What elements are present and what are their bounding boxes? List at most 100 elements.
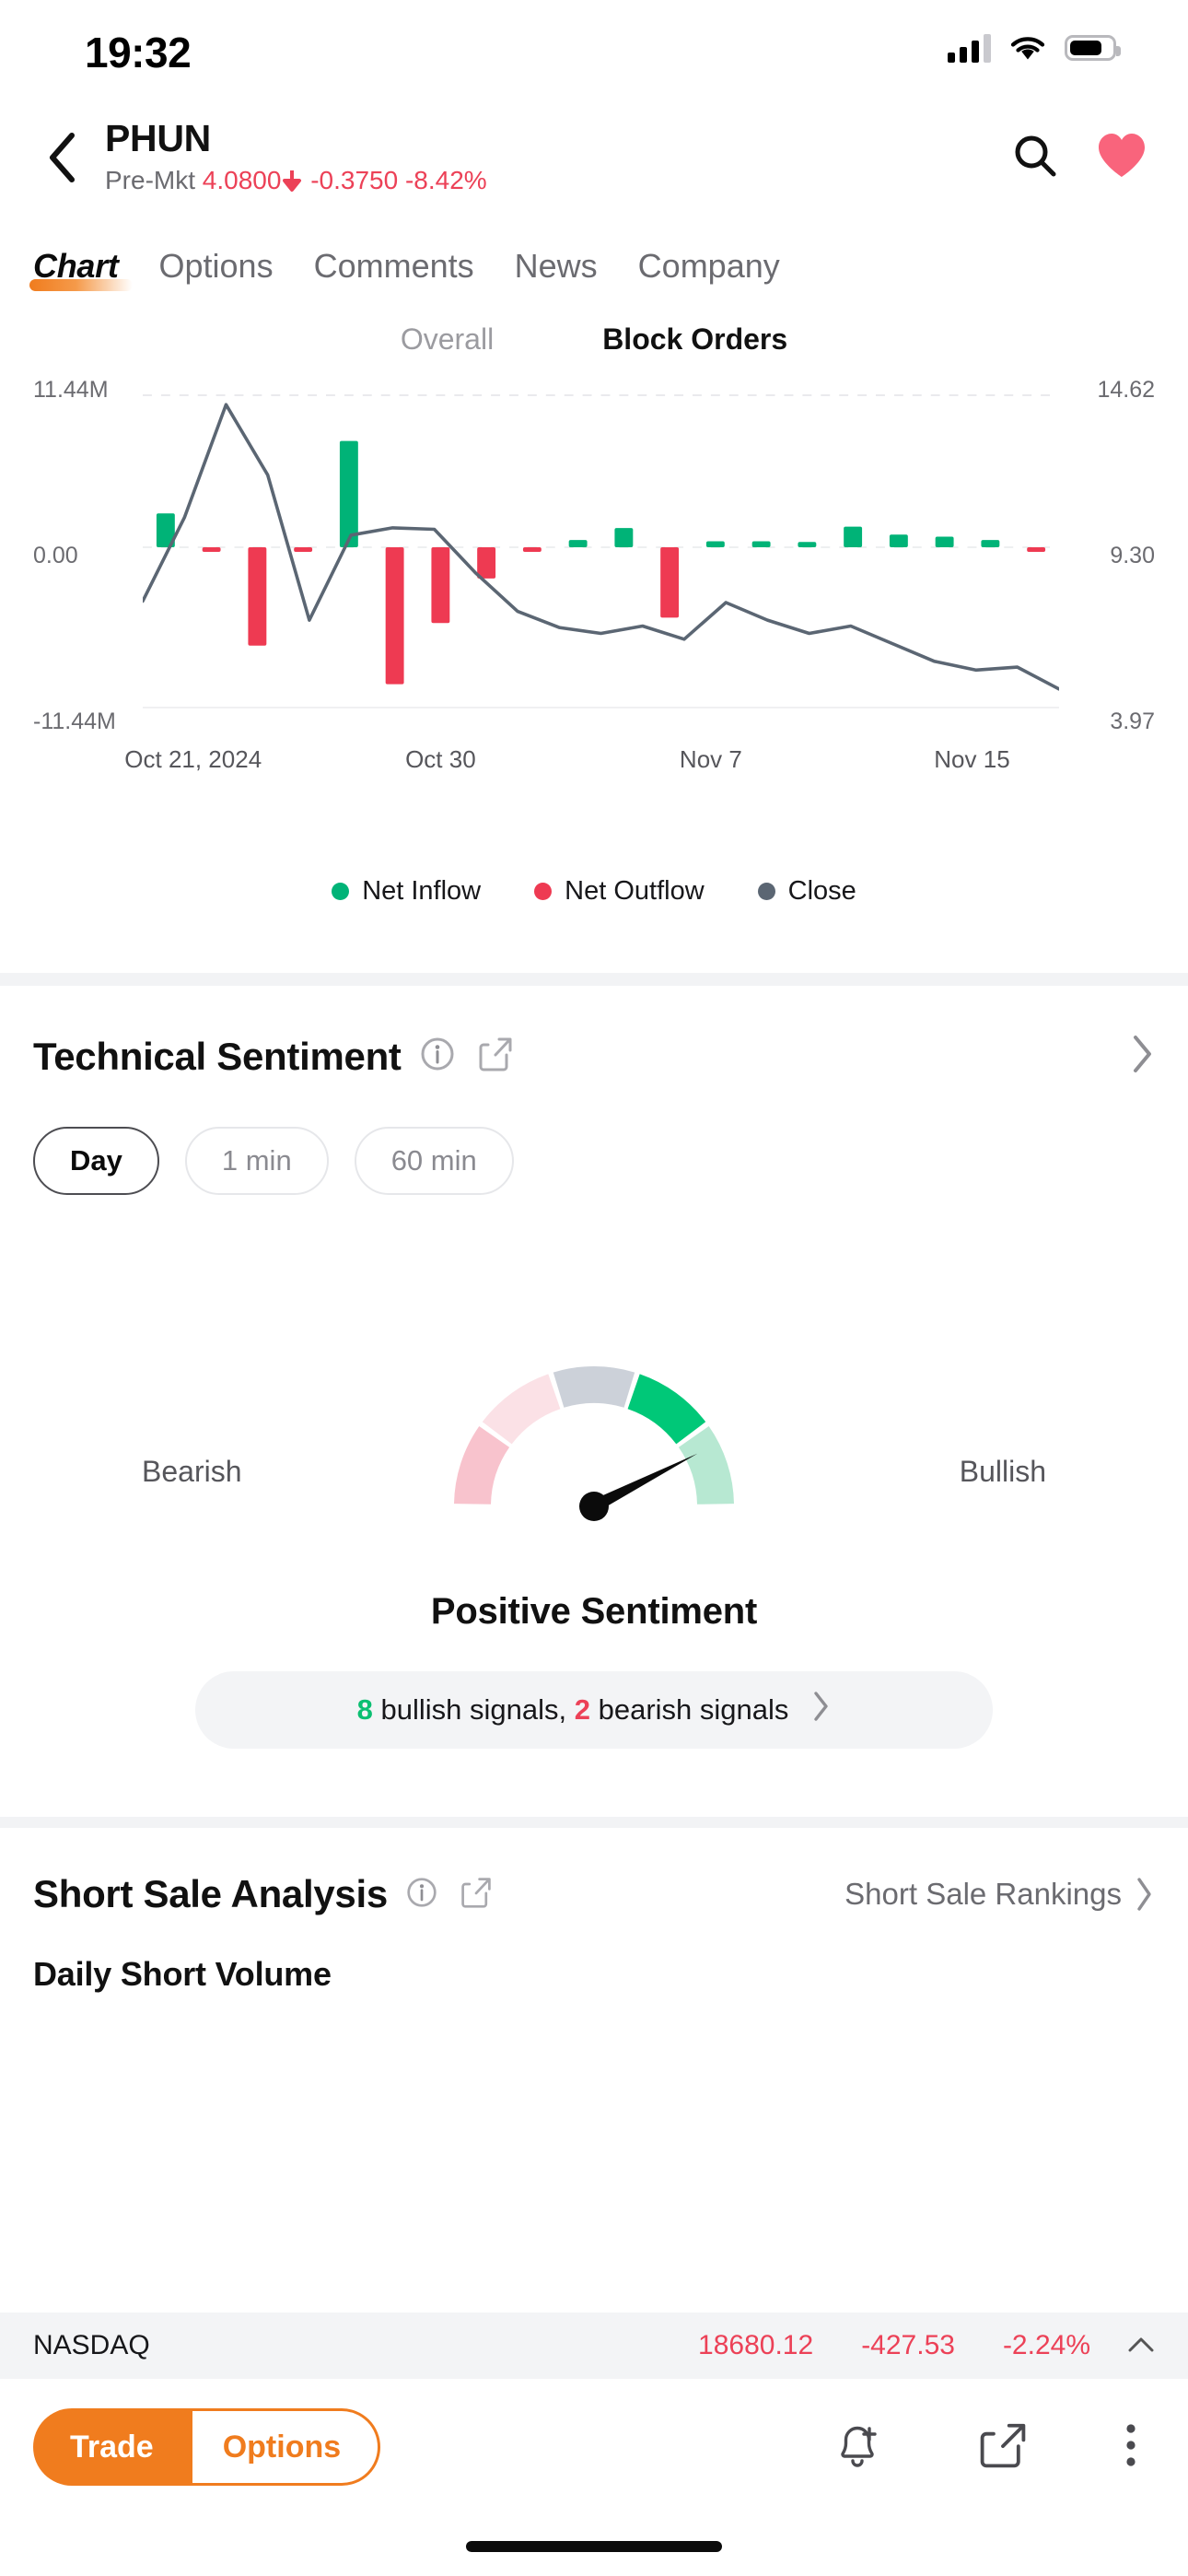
search-button[interactable]	[1011, 132, 1059, 184]
trade-button[interactable]: Trade	[33, 2408, 192, 2486]
bullish-label: bullish signals,	[380, 1693, 567, 1726]
period-60min[interactable]: 60 min	[354, 1127, 514, 1195]
legend-dot-net-inflow	[332, 883, 350, 900]
more-vertical-icon	[1126, 2423, 1136, 2466]
signals-chevron	[812, 1691, 831, 1729]
sentiment-result: Positive Sentiment	[430, 1591, 758, 1632]
period-day[interactable]: Day	[33, 1127, 159, 1195]
share-icon	[461, 1877, 491, 1908]
bearish-label: bearish signals	[598, 1693, 789, 1726]
x-tick-3: Nov 15	[934, 745, 1010, 773]
y2-axis-label-bottom: 3.97	[1110, 708, 1155, 734]
index-change: -427.53	[861, 2330, 955, 2360]
sentiment-gauge: Bearish Bullish	[33, 1259, 1155, 1563]
technical-sentiment-expand[interactable]	[1131, 1034, 1155, 1079]
app-screen: 19:32 PHUN Pre-Mkt 4.0800 -0.3750 -8.42%	[0, 0, 1188, 2576]
alert-button[interactable]	[833, 2419, 882, 2476]
chevron-right-icon	[1137, 1878, 1151, 1911]
gauge-label-bearish: Bearish	[142, 1455, 242, 1488]
y-axis-label-top: 11.44M	[33, 377, 109, 403]
toolbar-icons	[833, 2419, 1155, 2476]
ticker-change: -0.3750	[310, 165, 399, 194]
battery-icon	[1065, 35, 1121, 61]
index-collapse-button[interactable]	[1127, 2330, 1155, 2361]
section-divider-1	[0, 973, 1188, 986]
x-tick-2: Nov 7	[679, 745, 742, 773]
legend-label-net-inflow: Net Inflow	[362, 876, 482, 906]
signals-summary[interactable]: 8 bullish signals, 2 bearish signals	[195, 1671, 993, 1749]
short-sale-title: Short Sale Analysis	[33, 1872, 388, 1915]
subtab-overall[interactable]: Overall	[401, 322, 494, 357]
legend-dot-net-outflow	[534, 883, 553, 900]
legend-label-net-outflow: Net Outflow	[565, 876, 705, 906]
tab-comments[interactable]: Comments	[314, 247, 474, 300]
technical-sentiment-title: Technical Sentiment	[33, 1034, 402, 1078]
trade-options-group: Trade Options	[33, 2408, 381, 2486]
bullish-count: 8	[356, 1693, 373, 1726]
nav-actions	[1011, 132, 1147, 184]
index-values: 18680.12 -427.53 -2.24%	[698, 2330, 1090, 2361]
share-button[interactable]	[477, 1035, 514, 1078]
ticker-symbol: PHUN	[105, 116, 211, 159]
more-button[interactable]	[1124, 2419, 1138, 2476]
tab-options[interactable]: Options	[159, 247, 274, 300]
chart-legend: Net Inflow Net Outflow Close	[0, 876, 1188, 907]
short-sale-rankings-label: Short Sale Rankings	[844, 1877, 1122, 1911]
cellular-signal-icon	[948, 33, 991, 63]
ticker-price: 4.0800	[202, 165, 282, 194]
chart-subtabs: Overall Block Orders	[0, 322, 1188, 357]
period-1min[interactable]: 1 min	[184, 1127, 329, 1195]
favorite-button[interactable]	[1096, 132, 1147, 184]
chart-plot-area	[141, 388, 1061, 733]
short-sale-share-button[interactable]	[460, 1875, 493, 1914]
chevron-left-icon	[50, 133, 75, 182]
tab-company[interactable]: Company	[638, 247, 780, 300]
index-value: 18680.12	[698, 2330, 814, 2360]
chart-svg	[141, 394, 1061, 708]
bell-plus-icon	[841, 2426, 877, 2467]
legend-item-net-outflow: Net Outflow	[534, 876, 705, 907]
y-axis-label-bottom: -11.44M	[33, 708, 116, 734]
x-tick-1: Oct 30	[405, 745, 476, 773]
info-icon	[421, 1037, 454, 1071]
x-tick-0: Oct 21, 2024	[124, 745, 262, 773]
chevron-right-icon	[1134, 1036, 1151, 1072]
technical-sentiment-header: Technical Sentiment	[33, 1034, 1155, 1079]
back-button[interactable]	[31, 127, 92, 188]
options-button[interactable]: Options	[168, 2408, 381, 2486]
short-sale-rankings-link[interactable]: Short Sale Rankings	[844, 1877, 1155, 1912]
index-change-percent: -2.24%	[1002, 2330, 1090, 2360]
bottom-toolbar: Trade Options	[0, 2379, 1188, 2515]
info-icon	[407, 1877, 437, 1907]
gauge-label-bullish: Bullish	[959, 1455, 1046, 1488]
short-sale-info-button[interactable]	[406, 1877, 437, 1913]
share-icon	[980, 2423, 1026, 2467]
index-ticker-bar[interactable]: NASDAQ 18680.12 -427.53 -2.24%	[0, 2313, 1188, 2379]
legend-label-close: Close	[787, 876, 856, 906]
info-button[interactable]	[420, 1036, 455, 1076]
tab-chart[interactable]: Chart	[29, 247, 133, 300]
ticker-quote: Pre-Mkt 4.0800 -0.3750 -8.42%	[105, 164, 1011, 197]
y-axis-label-mid: 0.00	[33, 543, 78, 568]
home-indicator	[466, 2541, 722, 2552]
share-icon	[479, 1037, 512, 1071]
status-bar-indicators	[948, 33, 1121, 63]
toolbar-share-button[interactable]	[978, 2419, 1028, 2476]
y2-axis-label-mid: 9.30	[1110, 543, 1155, 568]
ticker-block[interactable]: PHUN Pre-Mkt 4.0800 -0.3750 -8.42%	[105, 116, 1011, 197]
primary-tabs: Chart Options Comments News Company	[0, 212, 1188, 300]
gauge-svg	[454, 1366, 734, 1521]
technical-sentiment-section: Technical Sentiment Day 1 min 60 min Bea…	[0, 1034, 1188, 1749]
nav-header: PHUN Pre-Mkt 4.0800 -0.3750 -8.42%	[0, 103, 1188, 212]
search-icon	[1015, 135, 1056, 176]
y2-axis-label-top: 14.62	[1097, 377, 1155, 403]
subtab-block-orders[interactable]: Block Orders	[602, 322, 787, 357]
sentiment-period-selector: Day 1 min 60 min	[33, 1127, 1155, 1195]
status-bar: 19:32	[0, 0, 1188, 103]
legend-item-net-inflow: Net Inflow	[332, 876, 481, 907]
tab-news[interactable]: News	[515, 247, 598, 300]
bearish-count: 2	[574, 1693, 590, 1726]
block-orders-chart[interactable]: 11.44M 0.00 -11.44M 14.62 9.30 3.97 Oct …	[0, 377, 1188, 773]
legend-dot-close	[757, 883, 775, 900]
daily-short-volume-title: Daily Short Volume	[33, 1955, 332, 1993]
